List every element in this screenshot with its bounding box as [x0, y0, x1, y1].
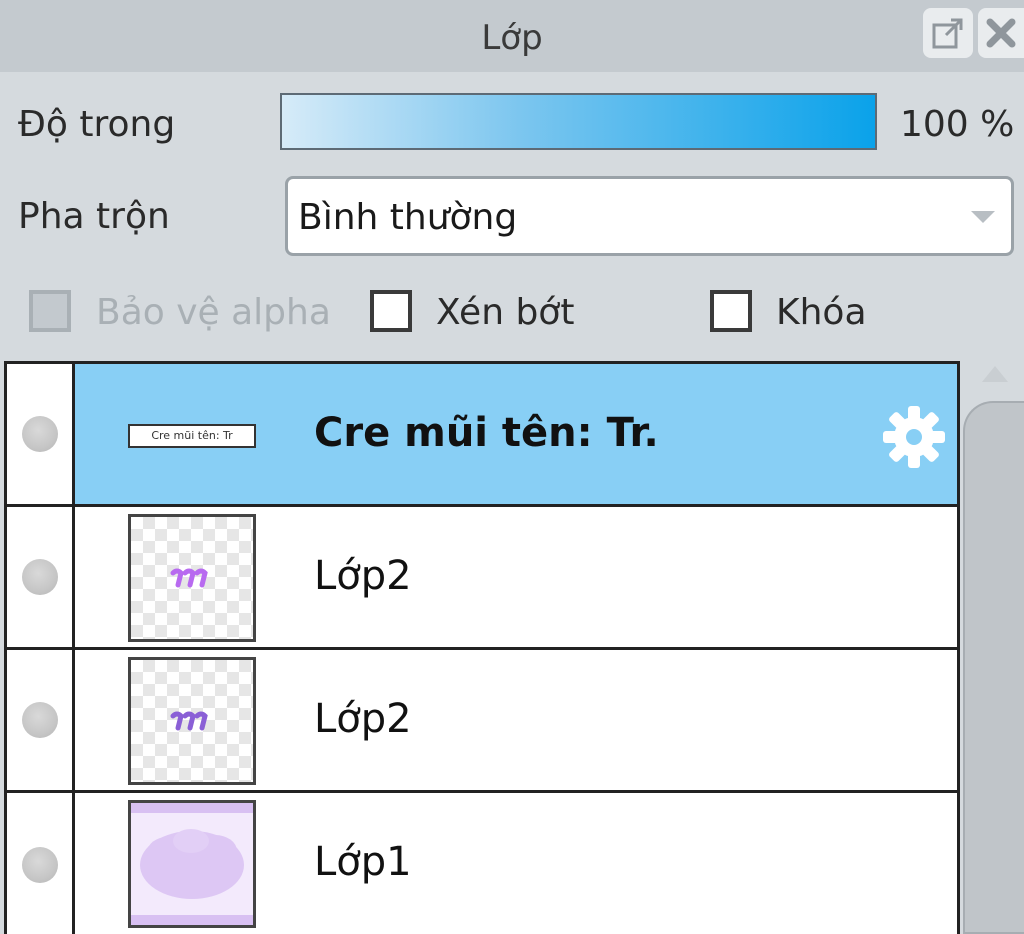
clip-label: Xén bớt	[436, 292, 575, 333]
purple-marks-icon	[170, 711, 208, 731]
visibility-column	[7, 507, 75, 647]
lock-label: Khóa	[776, 292, 867, 333]
opacity-label: Độ trong	[18, 104, 176, 145]
layer-row[interactable]: Lớp2	[7, 650, 957, 793]
layer-name: Lớp2	[314, 696, 412, 742]
opacity-slider[interactable]	[280, 93, 877, 150]
purple-cloud-icon	[131, 803, 253, 925]
blend-mode-select[interactable]: Bình thường	[285, 176, 1014, 256]
scrollbar-thumb[interactable]	[963, 401, 1024, 934]
scroll-up-arrow-icon[interactable]	[982, 366, 1008, 382]
visibility-toggle[interactable]	[22, 416, 58, 452]
layer-list: Cre mũi tên: Tr Cre mũi tên: Tr. Lớp2 Lớ…	[4, 361, 960, 934]
panel-titlebar: Lớp	[0, 0, 1024, 72]
popout-icon	[932, 18, 963, 49]
gear-icon[interactable]	[881, 404, 947, 470]
layer-name: Lớp2	[314, 553, 412, 599]
panel-title: Lớp	[481, 18, 543, 58]
opacity-value: 100 %	[900, 104, 1015, 145]
layer-thumbnail	[128, 514, 256, 642]
visibility-column	[7, 364, 75, 504]
layer-thumbnail	[128, 800, 256, 928]
clip-checkbox[interactable]	[370, 290, 412, 332]
protect-alpha-checkbox[interactable]	[29, 290, 71, 332]
layer-thumbnail: Cre mũi tên: Tr	[128, 424, 256, 448]
purple-marks-icon	[170, 568, 208, 588]
close-button[interactable]	[978, 8, 1024, 58]
chevron-down-icon	[971, 211, 995, 223]
opacity-slider-fill	[282, 95, 875, 148]
layer-thumbnail	[128, 657, 256, 785]
visibility-toggle[interactable]	[22, 846, 58, 883]
blend-label: Pha trộn	[18, 196, 170, 237]
layer-row[interactable]: Cre mũi tên: Tr Cre mũi tên: Tr.	[7, 364, 957, 507]
close-icon	[986, 18, 1016, 48]
visibility-toggle[interactable]	[22, 702, 58, 738]
visibility-toggle[interactable]	[22, 559, 58, 595]
blend-mode-value: Bình thường	[298, 197, 518, 238]
protect-alpha-label: Bảo vệ alpha	[96, 292, 331, 333]
layer-name: Cre mũi tên: Tr.	[314, 410, 659, 456]
layer-row[interactable]: Lớp1	[7, 793, 957, 934]
layer-name: Lớp1	[314, 839, 412, 885]
visibility-column	[7, 793, 75, 934]
popout-button[interactable]	[923, 8, 973, 58]
visibility-column	[7, 650, 75, 790]
lock-checkbox[interactable]	[710, 290, 752, 332]
layer-row[interactable]: Lớp2	[7, 507, 957, 650]
